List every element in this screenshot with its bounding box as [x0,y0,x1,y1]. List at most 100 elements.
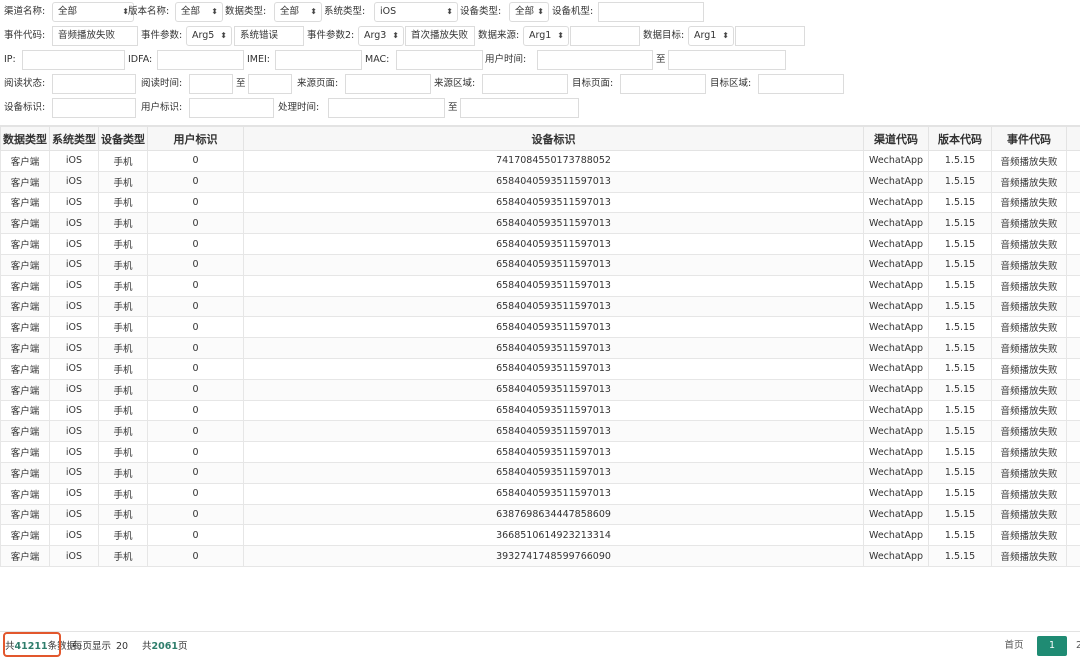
cell-col-devtype: 手机 [98,420,148,443]
source-select[interactable]: Arg1 ⬍ [523,26,569,46]
cell-col-eventcode: 音频播放失败 [991,482,1067,505]
channel-select-value: 全部 [58,6,78,17]
param2-select[interactable]: Arg3 ⬍ [358,26,404,46]
version-label: 版本名称: [128,6,170,17]
usertime-start-input[interactable] [537,50,653,70]
userid-input[interactable] [189,98,274,118]
channel-select[interactable]: 全部 ⬍ [52,2,134,22]
eventcode-input[interactable]: 音频播放失败 [52,26,138,46]
tgtpage-input[interactable] [620,74,706,94]
header-overflow-col [1066,126,1080,151]
table-row[interactable]: 客户端 iOS 手机 0 6584040593511597013 WechatApp 1.5… [0,274,1080,297]
cell-col-deviceid: 6584040593511597013 [243,337,864,359]
version-select[interactable]: 全部 ⬍ [175,2,223,22]
results-table-wrap[interactable]: 数据类型 系统类型 设备类型 用户标识 设备标识 渠道代码 版本代码 事件代码 客户端 iOS 手… [0,125,1080,631]
table-row[interactable]: 客户端 iOS 手机 0 6584040593511597013 WechatApp 1.5… [0,233,1080,255]
cell-col-devtype: 手机 [98,503,148,526]
cell-col-version: 1.5.15 [928,420,992,443]
readstatus-input[interactable] [52,74,136,94]
table-row[interactable]: 客户端 iOS 手机 0 6584040593511597013 WechatApp 1.5… [0,295,1080,318]
table-row[interactable]: 客户端 iOS 手机 0 6584040593511597013 WechatApp 1.5… [0,378,1080,401]
param2-input[interactable]: 首次播放失败 [405,26,475,46]
table-row[interactable]: 客户端 iOS 手机 0 6584040593511597013 WechatApp 1.5… [0,337,1080,359]
param-select[interactable]: Arg5 ⬍ [186,26,232,46]
table-row[interactable]: 客户端 iOS 手机 0 7417084550173788052 WechatApp 1.5… [0,150,1080,172]
target-select[interactable]: Arg1 ⬍ [688,26,734,46]
cell-overflow-col [1066,461,1080,484]
cell-col-systype: iOS [49,253,99,276]
devtype-select[interactable]: 全部 ⬍ [509,2,549,22]
table-row[interactable]: 客户端 iOS 手机 0 6387698634447858609 WechatApp 1.5… [0,503,1080,526]
usertime-end-input[interactable] [668,50,786,70]
ip-input[interactable] [22,50,125,70]
cell-col-userid: 0 [147,524,244,547]
table-row[interactable]: 客户端 iOS 手机 0 6584040593511597013 WechatApp 1.5… [0,461,1080,484]
proctime-start-input[interactable] [328,98,445,118]
target-input[interactable] [735,26,805,46]
next-page-button[interactable]: 2 [1074,636,1080,656]
cell-col-deviceid: 6584040593511597013 [243,233,864,255]
current-page-button[interactable]: 1 [1037,636,1067,656]
table-row[interactable]: 客户端 iOS 手机 0 6584040593511597013 WechatApp 1.5… [0,420,1080,443]
mac-input[interactable] [396,50,483,70]
systype-select-value: iOS [380,6,397,17]
cell-col-userid: 0 [147,545,244,567]
per-page-label: 每页显示 [73,641,112,652]
param-label: 事件参数: [141,30,183,41]
tgtarea-input[interactable] [758,74,844,94]
cell-col-version: 1.5.15 [928,524,992,547]
cell-col-channel: WechatApp [863,191,929,214]
cell-col-userid: 0 [147,233,244,255]
cell-col-channel: WechatApp [863,170,929,193]
cell-col-eventcode: 音频播放失败 [991,253,1067,276]
cell-col-systype: iOS [49,378,99,401]
imei-label: IMEI: [247,54,271,65]
cell-col-userid: 0 [147,357,244,380]
cell-col-version: 1.5.15 [928,482,992,505]
cell-col-deviceid: 7417084550173788052 [243,150,864,172]
table-row[interactable]: 客户端 iOS 手机 0 6584040593511597013 WechatApp 1.5… [0,191,1080,214]
proctime-end-input[interactable] [460,98,579,118]
table-row[interactable]: 客户端 iOS 手机 0 6584040593511597013 WechatApp 1.5… [0,399,1080,422]
cell-col-devtype: 手机 [98,295,148,318]
readtime-start-input[interactable] [189,74,233,94]
table-row[interactable]: 客户端 iOS 手机 0 6584040593511597013 WechatApp 1.5… [0,482,1080,505]
table-row[interactable]: 客户端 iOS 手机 0 6584040593511597013 WechatApp 1.5… [0,316,1080,339]
header-col-channel: 渠道代码 [863,126,929,151]
readtime-end-input[interactable] [248,74,292,94]
srcpage-input[interactable] [345,74,431,94]
source-input[interactable] [570,26,640,46]
cell-overflow-col [1066,378,1080,401]
first-page-button[interactable]: 首页 [996,636,1032,656]
srcarea-input[interactable] [482,74,568,94]
readtime-label: 阅读时间: [141,78,183,89]
table-row[interactable]: 客户端 iOS 手机 0 6584040593511597013 WechatApp 1.5… [0,170,1080,193]
datatype-select[interactable]: 全部 ⬍ [274,2,322,22]
cell-col-channel: WechatApp [863,253,929,276]
systype-select[interactable]: iOS ⬍ [374,2,458,22]
cell-col-channel: WechatApp [863,420,929,443]
table-row[interactable]: 客户端 iOS 手机 0 6584040593511597013 WechatApp 1.5… [0,441,1080,463]
cell-overflow-col [1066,233,1080,255]
deviceid-input[interactable] [52,98,136,118]
filter-panel: 渠道名称: 全部 ⬍ 版本名称: 全部 ⬍ 数据类型: 全部 ⬍ 系统类型: iOS ⬍… [0,0,1080,124]
filter-row-3: IP: IDFA: IMEI: MAC: 用户时间: 至 [0,49,1080,71]
cell-overflow-col [1066,503,1080,526]
table-row[interactable]: 客户端 iOS 手机 0 6584040593511597013 WechatApp 1.5… [0,357,1080,380]
cell-col-userid: 0 [147,378,244,401]
imei-input[interactable] [275,50,362,70]
param-input[interactable]: 系统错误 [234,26,304,46]
per-page-value[interactable]: 20 [116,638,128,656]
cell-col-deviceid: 6584040593511597013 [243,274,864,297]
devmodel-input[interactable] [598,2,704,22]
version-select-value: 全部 [181,6,201,17]
cell-col-deviceid: 6584040593511597013 [243,399,864,422]
idfa-input[interactable] [157,50,244,70]
table-row[interactable]: 客户端 iOS 手机 0 3668510614923213314 WechatApp 1.5… [0,524,1080,547]
table-row[interactable]: 客户端 iOS 手机 0 6584040593511597013 WechatApp 1.5… [0,212,1080,235]
cell-overflow-col [1066,170,1080,193]
table-row[interactable]: 客户端 iOS 手机 0 3932741748599766090 WechatApp 1.5… [0,545,1080,567]
cell-col-userid: 0 [147,295,244,318]
table-row[interactable]: 客户端 iOS 手机 0 6584040593511597013 WechatApp 1.5… [0,253,1080,276]
mac-label: MAC: [365,54,390,65]
